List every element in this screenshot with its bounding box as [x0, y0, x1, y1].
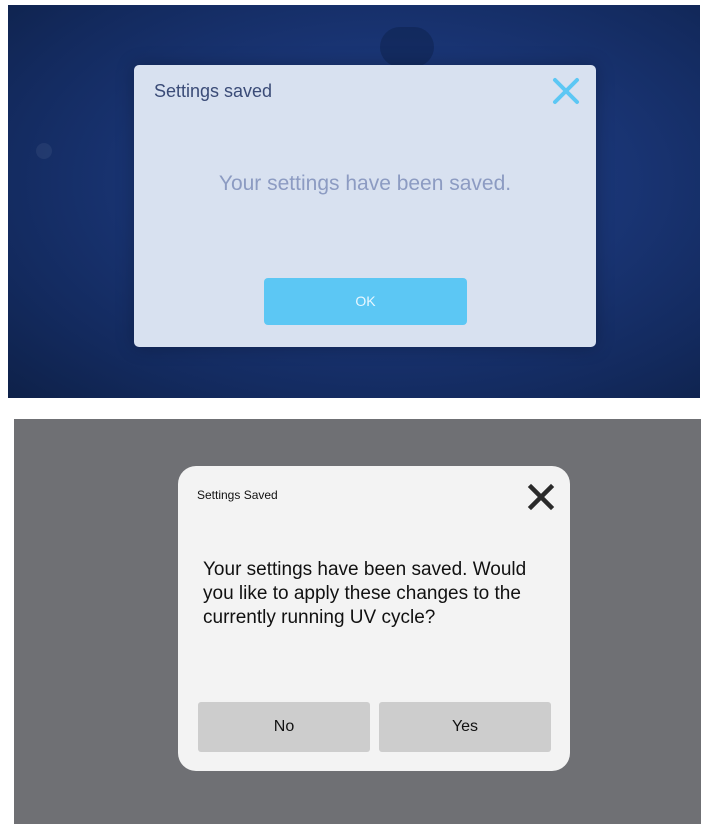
dialog-message: Your settings have been saved.: [218, 172, 512, 195]
settings-saved-dialog: Settings saved Your settings have been s…: [134, 65, 596, 347]
no-button[interactable]: No: [198, 702, 370, 752]
yes-button[interactable]: Yes: [379, 702, 551, 752]
dialog-title: Settings Saved: [197, 488, 278, 502]
settings-saved-screen-v2: Settings Saved Your settings have been s…: [14, 419, 701, 824]
close-icon[interactable]: [526, 482, 556, 512]
settings-saved-screen-v1: Settings saved Your settings have been s…: [8, 5, 700, 398]
dialog-message: Your settings have been saved. Would you…: [203, 559, 527, 628]
background-heart-icon: [380, 27, 434, 67]
close-icon[interactable]: [550, 75, 582, 107]
ok-button[interactable]: OK: [264, 278, 467, 325]
settings-saved-dialog: Settings Saved Your settings have been s…: [178, 466, 570, 771]
background-mark: [36, 143, 52, 159]
dialog-title: Settings saved: [154, 81, 273, 101]
